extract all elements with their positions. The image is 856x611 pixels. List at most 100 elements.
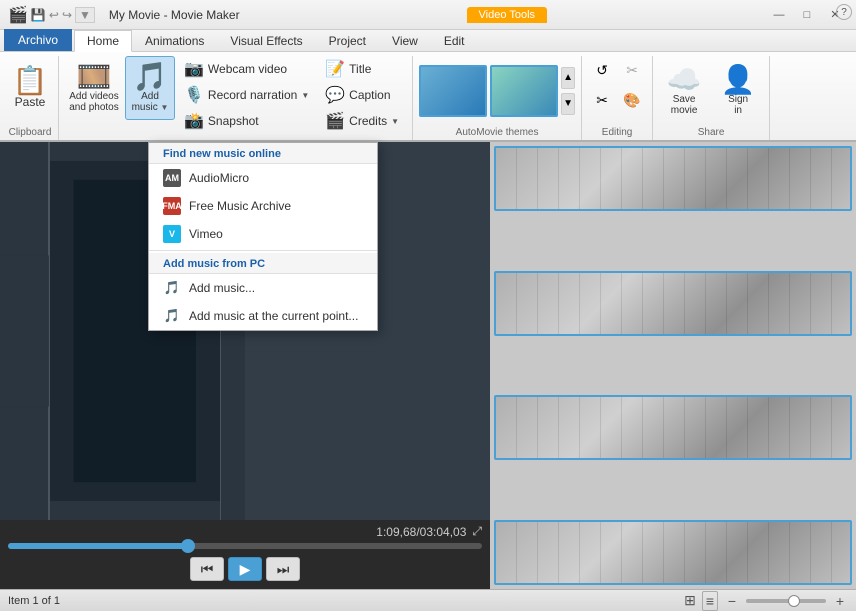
storyboard-icon[interactable]: ⊞ <box>684 592 696 609</box>
music-note-icon: 🎵 <box>163 279 181 297</box>
video-time-display: 1:09,68/03:04,03 ⤢ <box>8 524 482 539</box>
share-label: Share <box>659 125 763 138</box>
rotate-left-button[interactable]: ↺ <box>588 56 616 84</box>
paste-icon: 📋 <box>13 67 48 95</box>
title-label: Title <box>349 62 371 76</box>
small-buttons-group: 📷 Webcam video 🎙️ Record narration ▼ 📸 S… <box>177 56 316 120</box>
add-music-at-point-item[interactable]: 🎵 Add music at the current point... <box>149 302 377 330</box>
video-tools-badge: Video Tools <box>467 7 547 23</box>
zoom-handle[interactable] <box>788 595 800 607</box>
help-button[interactable]: ? <box>836 4 852 20</box>
text-buttons-group: 📝 Title 💬 Caption 🎬 Credits ▼ <box>318 56 406 120</box>
credits-button[interactable]: 🎬 Credits ▼ <box>318 108 406 134</box>
paste-label: Paste <box>15 95 46 109</box>
main-content: 1:09,68/03:04,03 ⤢ ⏮ ▶ ⏭ <box>0 142 856 589</box>
home-group: 🎞️ Add videos and photos 🎵 Addmusic ▼ 📷 … <box>61 56 413 140</box>
themes-row: ▲ ▼ <box>419 56 575 125</box>
save-movie-button[interactable]: ☁️ Save movie <box>659 59 709 123</box>
add-videos-icon: 🎞️ <box>77 63 112 91</box>
theme-nav-down[interactable]: ▼ <box>561 93 575 115</box>
audiomicro-item[interactable]: AM AudioMicro <box>149 164 377 192</box>
film-strip-2[interactable] <box>494 271 852 336</box>
spacer-2 <box>494 338 852 394</box>
step-forward-button[interactable]: ⏭ <box>266 557 300 581</box>
editing-label: Editing <box>588 125 646 138</box>
film-strip-1[interactable] <box>494 146 852 211</box>
tab-animations[interactable]: Animations <box>132 30 217 51</box>
sign-in-icon: 👤 <box>721 66 756 94</box>
video-controls: 1:09,68/03:04,03 ⤢ ⏮ ▶ ⏭ <box>0 520 490 589</box>
rewind-button[interactable]: ⏮ <box>190 557 224 581</box>
add-videos-button[interactable]: 🎞️ Add videos and photos <box>65 56 123 120</box>
effects-button[interactable]: 🎨 <box>618 86 646 114</box>
film-strip-2-content <box>496 273 850 334</box>
save-movie-icon: ☁️ <box>667 66 702 94</box>
mic-icon: 🎙️ <box>184 85 204 105</box>
theme-1[interactable] <box>419 65 487 117</box>
title-button[interactable]: 📝 Title <box>318 56 406 82</box>
film-strip-3-content <box>496 397 850 458</box>
vimeo-icon: V <box>163 225 181 243</box>
video-progress-bar[interactable] <box>8 543 482 549</box>
theme-2-thumb <box>492 67 556 115</box>
minimize-button[interactable]: — <box>766 6 792 24</box>
tab-project[interactable]: Project <box>316 30 379 51</box>
video-progress-handle[interactable] <box>181 539 195 553</box>
add-music-item[interactable]: 🎵 Add music... <box>149 274 377 302</box>
zoom-plus-button[interactable]: + <box>832 593 848 609</box>
timestamp: 1:09,68/03:04,03 <box>376 525 466 539</box>
title-bar: 🎬 💾 ↩ ↪ ▼ My Movie - Movie Maker Video T… <box>0 0 856 30</box>
vimeo-item[interactable]: V Vimeo <box>149 220 377 248</box>
sign-in-label: Sign in <box>728 94 748 116</box>
film-strip-1-content <box>496 148 850 209</box>
credits-label: Credits <box>349 114 387 128</box>
fma-label: Free Music Archive <box>189 199 291 213</box>
expand-icon[interactable]: ⤢ <box>472 524 482 539</box>
editing-group: ↺ ✂ ✂ 🎨 Editing <box>584 56 653 140</box>
sign-in-button[interactable]: 👤 Sign in <box>713 59 763 123</box>
storyboard[interactable] <box>490 142 856 589</box>
spacer-3 <box>494 462 852 518</box>
rotate-right-button[interactable]: ✂ <box>618 56 646 84</box>
tab-visual-effects[interactable]: Visual Effects <box>217 30 315 51</box>
play-button[interactable]: ▶ <box>228 557 262 581</box>
add-music-label: Add music... <box>189 281 255 295</box>
fma-item[interactable]: FMA Free Music Archive <box>149 192 377 220</box>
theme-2[interactable] <box>490 65 558 117</box>
pc-section-header: Add music from PC <box>149 253 377 274</box>
vimeo-label: Vimeo <box>189 227 223 241</box>
tab-archivo[interactable]: Archivo <box>4 29 72 51</box>
credits-dropdown-arrow: ▼ <box>391 117 399 126</box>
add-music-button[interactable]: 🎵 Addmusic ▼ <box>125 56 175 120</box>
zoom-slider[interactable] <box>746 599 826 603</box>
status-item-count: Item 1 of 1 <box>8 595 60 607</box>
audiomicro-icon: AM <box>163 169 181 187</box>
record-dropdown-arrow: ▼ <box>301 91 309 100</box>
film-strip-3[interactable] <box>494 395 852 460</box>
audiomicro-label: AudioMicro <box>189 171 249 185</box>
record-narration-button[interactable]: 🎙️ Record narration ▼ <box>177 82 316 108</box>
ribbon: 📋 Paste Clipboard 🎞️ Add videos and phot… <box>0 52 856 142</box>
caption-button[interactable]: 💬 Caption <box>318 82 406 108</box>
timeline-icon[interactable]: ≡ <box>702 591 718 611</box>
tab-view[interactable]: View <box>379 30 431 51</box>
webcam-video-button[interactable]: 📷 Webcam video <box>177 56 316 82</box>
paste-button[interactable]: 📋 Paste <box>8 56 52 120</box>
tab-edit[interactable]: Edit <box>431 30 478 51</box>
clipboard-buttons: 📋 Paste <box>8 56 52 125</box>
film-strip-4[interactable] <box>494 520 852 585</box>
maximize-button[interactable]: □ <box>794 6 820 24</box>
add-music-at-point-label: Add music at the current point... <box>189 309 358 323</box>
status-right: ⊞ ≡ − + <box>684 591 848 611</box>
theme-nav-up[interactable]: ▲ <box>561 67 575 89</box>
snapshot-icon: 📸 <box>184 111 204 131</box>
editing-row-2: ✂ 🎨 <box>588 86 646 114</box>
home-buttons: 🎞️ Add videos and photos 🎵 Addmusic ▼ 📷 … <box>65 56 406 138</box>
trim-button[interactable]: ✂ <box>588 86 616 114</box>
share-group: ☁️ Save movie 👤 Sign in Share <box>655 56 770 140</box>
tab-home[interactable]: Home <box>74 30 132 52</box>
snapshot-label: Snapshot <box>208 114 259 128</box>
music-note-2-icon: 🎵 <box>163 307 181 325</box>
snapshot-button[interactable]: 📸 Snapshot <box>177 108 316 134</box>
zoom-minus-button[interactable]: − <box>724 593 740 609</box>
